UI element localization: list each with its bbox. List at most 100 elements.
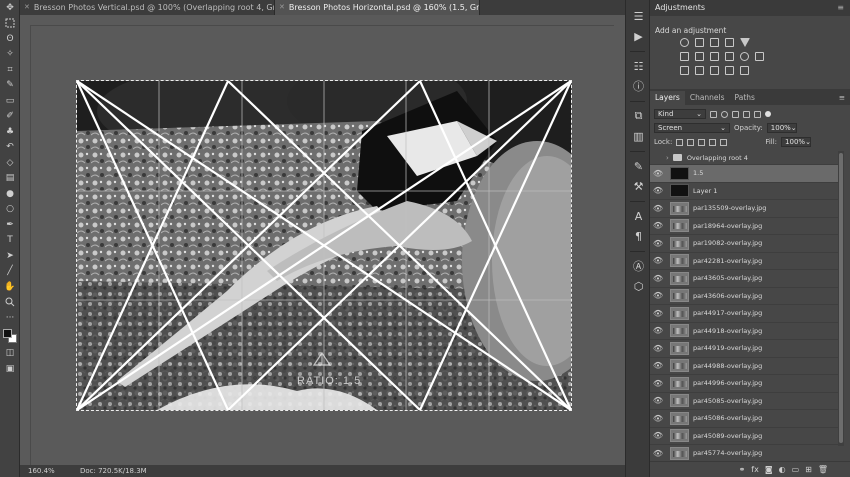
group-icon[interactable]: ▭ bbox=[792, 465, 800, 474]
close-tab-icon[interactable]: ✕ bbox=[24, 0, 30, 15]
visibility-eye-icon[interactable]: 👁 bbox=[650, 344, 666, 353]
close-tab-icon[interactable]: ✕ bbox=[279, 0, 285, 15]
lock-pixels-icon[interactable] bbox=[687, 138, 695, 146]
brightness-contrast-icon[interactable] bbox=[680, 37, 689, 47]
black-white-icon[interactable] bbox=[710, 51, 719, 61]
glyphs-icon[interactable]: Ⓐ bbox=[626, 256, 651, 276]
layer-row[interactable]: 👁 par45089-overlay.jpg bbox=[650, 428, 838, 445]
history-icon[interactable]: ☰ bbox=[626, 6, 651, 26]
brushes-icon[interactable]: ✎ bbox=[626, 156, 651, 176]
invert-icon[interactable] bbox=[680, 65, 689, 75]
visibility-eye-icon[interactable]: 👁 bbox=[650, 239, 666, 248]
gradient-map-icon[interactable] bbox=[725, 65, 734, 75]
color-balance-icon[interactable] bbox=[695, 51, 704, 61]
actions-play-icon[interactable]: ▶ bbox=[626, 26, 651, 46]
blur-tool-icon[interactable]: ● bbox=[0, 186, 20, 202]
layer-row[interactable]: 👁 par135509-overlay.jpg bbox=[650, 200, 838, 218]
canvas-area[interactable]: RATIO: 1.5 bbox=[20, 15, 625, 465]
layer-group-row[interactable]: › Overlapping root 4 bbox=[650, 151, 838, 165]
layer-row[interactable]: 👁 par44917-overlay.jpg bbox=[650, 305, 838, 323]
lock-artboard-icon[interactable] bbox=[709, 138, 717, 146]
document-canvas[interactable]: RATIO: 1.5 bbox=[76, 80, 572, 411]
expand-arrow-icon[interactable]: › bbox=[666, 154, 669, 162]
visibility-eye-icon[interactable]: 👁 bbox=[650, 291, 666, 300]
visibility-eye-icon[interactable]: 👁 bbox=[650, 431, 666, 440]
healing-brush-tool-icon[interactable]: ▭ bbox=[0, 93, 20, 109]
zoom-level[interactable]: 160.4% bbox=[28, 465, 55, 477]
layer-row[interactable]: 👁 par42281-overlay.jpg bbox=[650, 253, 838, 270]
doc-size[interactable]: Doc: 720.5K/18.3M bbox=[80, 465, 147, 477]
levels-icon[interactable] bbox=[695, 37, 704, 47]
tab-paths[interactable]: Paths bbox=[730, 91, 760, 105]
brush-tool-icon[interactable]: ✐ bbox=[0, 109, 20, 125]
lasso-tool-icon[interactable]: ʘ bbox=[0, 31, 20, 47]
layer-row[interactable]: 👁 par18964-overlay.jpg bbox=[650, 218, 838, 235]
layer-row[interactable]: 👁 par44996-overlay.jpg bbox=[650, 375, 838, 393]
dodge-tool-icon[interactable]: ○ bbox=[0, 202, 20, 218]
line-tool-icon[interactable]: ╱ bbox=[0, 264, 20, 280]
layer-row[interactable]: 👁 par44988-overlay.jpg bbox=[650, 358, 838, 375]
move-tool-icon[interactable]: ✥ bbox=[0, 0, 20, 16]
visibility-eye-icon[interactable]: 👁 bbox=[650, 256, 666, 265]
history-brush-tool-icon[interactable]: ↶ bbox=[0, 140, 20, 156]
exposure-icon[interactable] bbox=[725, 37, 734, 47]
path-selection-tool-icon[interactable]: ➤ bbox=[0, 248, 20, 264]
layer-row[interactable]: 👁 par43606-overlay.jpg bbox=[650, 288, 838, 305]
tab-vertical-doc[interactable]: ✕ Bresson Photos Vertical.psd @ 100% (Ov… bbox=[20, 0, 275, 15]
more-tools-icon[interactable]: ··· bbox=[0, 310, 20, 326]
fx-icon[interactable]: fx bbox=[751, 465, 759, 474]
visibility-eye-icon[interactable]: 👁 bbox=[650, 449, 666, 458]
blend-mode-select[interactable]: Screen ⌄ bbox=[654, 123, 730, 133]
lock-position-icon[interactable] bbox=[698, 138, 706, 146]
screen-mode-icon[interactable]: ▣ bbox=[0, 361, 20, 377]
posterize-icon[interactable] bbox=[695, 65, 704, 75]
info-icon[interactable]: ⓘ bbox=[626, 76, 651, 96]
zoom-tool-icon[interactable] bbox=[0, 295, 20, 311]
3d-icon[interactable]: ⬡ bbox=[626, 276, 651, 296]
paragraph-icon[interactable]: ¶ bbox=[626, 226, 651, 246]
lock-transparent-icon[interactable] bbox=[676, 138, 684, 146]
lock-all-icon[interactable] bbox=[720, 138, 728, 146]
adjustments-title[interactable]: Adjustments bbox=[655, 0, 705, 16]
marquee-tool-icon[interactable] bbox=[0, 16, 20, 32]
eraser-tool-icon[interactable]: ◇ bbox=[0, 155, 20, 171]
adjustment-layer-icon[interactable]: ◐ bbox=[779, 465, 786, 474]
visibility-eye-icon[interactable]: 👁 bbox=[650, 169, 666, 178]
visibility-eye-icon[interactable]: 👁 bbox=[650, 396, 666, 405]
properties-icon[interactable]: ☷ bbox=[626, 56, 651, 76]
visibility-eye-icon[interactable]: 👁 bbox=[650, 379, 666, 388]
visibility-eye-icon[interactable]: 👁 bbox=[650, 361, 666, 370]
clone-stamp-tool-icon[interactable]: ♣ bbox=[0, 124, 20, 140]
layer-row[interactable]: 👁 par45085-overlay.jpg bbox=[650, 393, 838, 410]
panel-menu-icon[interactable]: ≡ bbox=[834, 91, 850, 105]
foreground-color-swatch[interactable] bbox=[3, 328, 12, 338]
panel-menu-icon[interactable]: ≡ bbox=[837, 0, 844, 16]
link-icon[interactable]: ⚭ bbox=[739, 465, 746, 474]
layer-row[interactable]: 👁 1.5 bbox=[650, 165, 838, 183]
hand-tool-icon[interactable]: ✋ bbox=[0, 279, 20, 295]
threshold-icon[interactable] bbox=[710, 65, 719, 75]
fill-field[interactable]: 100% ⌄ bbox=[781, 137, 812, 147]
layer-row[interactable]: 👁 Layer 1 bbox=[650, 183, 838, 200]
smart-object-filter-icon[interactable] bbox=[754, 110, 761, 118]
channel-mixer-icon[interactable] bbox=[740, 51, 749, 61]
photo-filter-icon[interactable] bbox=[725, 51, 734, 61]
quick-mask-icon[interactable]: ◫ bbox=[0, 346, 20, 362]
adjustment-filter-icon[interactable] bbox=[721, 110, 728, 118]
tab-horizontal-doc[interactable]: ✕ Bresson Photos Horizontal.psd @ 160% (… bbox=[275, 0, 480, 15]
pixel-filter-icon[interactable] bbox=[710, 110, 717, 118]
pen-tool-icon[interactable]: ✒ bbox=[0, 217, 20, 233]
selective-color-icon[interactable] bbox=[740, 65, 749, 75]
tab-channels[interactable]: Channels bbox=[685, 91, 730, 105]
visibility-eye-icon[interactable]: 👁 bbox=[650, 414, 666, 423]
layer-row[interactable]: 👁 par43605-overlay.jpg bbox=[650, 270, 838, 288]
clone-source-icon[interactable]: ⧉ bbox=[626, 106, 651, 126]
libraries-icon[interactable]: ▥ bbox=[626, 126, 651, 146]
layer-row[interactable]: 👁 par45086-overlay.jpg bbox=[650, 410, 838, 428]
layer-row[interactable]: 👁 par44918-overlay.jpg bbox=[650, 323, 838, 340]
layers-scrollbar[interactable] bbox=[838, 151, 844, 446]
color-swatches[interactable] bbox=[0, 326, 19, 346]
tab-layers[interactable]: Layers bbox=[650, 91, 685, 105]
new-layer-icon[interactable]: ⊞ bbox=[805, 465, 812, 474]
curves-icon[interactable] bbox=[710, 37, 719, 47]
